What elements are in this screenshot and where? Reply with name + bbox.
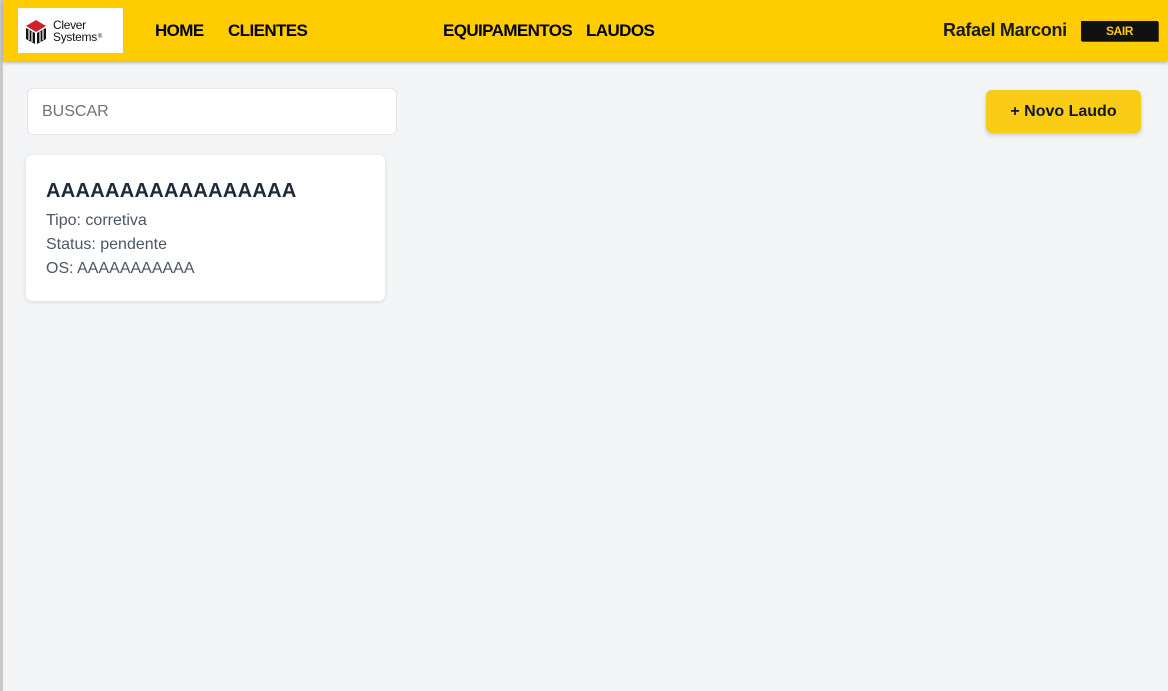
user-name: Rafael Marconi	[943, 20, 1067, 40]
brand-logo-text: Clever Systems®	[53, 19, 102, 43]
report-card[interactable]: AAAAAAAAAAAAAAAAA Tipo: corretiva Status…	[26, 155, 385, 301]
top-navbar: Clever Systems® HOME CLIENTES EQUIPAMENT…	[3, 0, 1168, 61]
registered-mark: ®	[97, 33, 103, 40]
report-card-title: AAAAAAAAAAAAAAAAA	[46, 180, 297, 202]
search-input[interactable]	[27, 88, 397, 135]
report-card-status: Status: pendente	[46, 236, 167, 253]
brand-name-line2-text: Systems	[53, 29, 97, 44]
logout-button[interactable]: SAIR	[1081, 21, 1158, 41]
report-card-tipo: Tipo: corretiva	[46, 212, 147, 229]
nav-home-link[interactable]: HOME	[155, 21, 204, 41]
nav-equipamentos-link[interactable]: EQUIPAMENTOS	[443, 21, 573, 41]
brand-name-line2: Systems®	[53, 31, 102, 43]
new-report-button[interactable]: + Novo Laudo	[986, 90, 1141, 133]
report-card-os: OS: AAAAAAAAAAA	[46, 260, 195, 277]
nav-clientes-link[interactable]: CLIENTES	[228, 21, 308, 41]
clever-systems-logo-icon	[26, 19, 46, 44]
nav-laudos-link[interactable]: LAUDOS	[586, 21, 655, 41]
brand-logo[interactable]: Clever Systems®	[18, 8, 123, 53]
